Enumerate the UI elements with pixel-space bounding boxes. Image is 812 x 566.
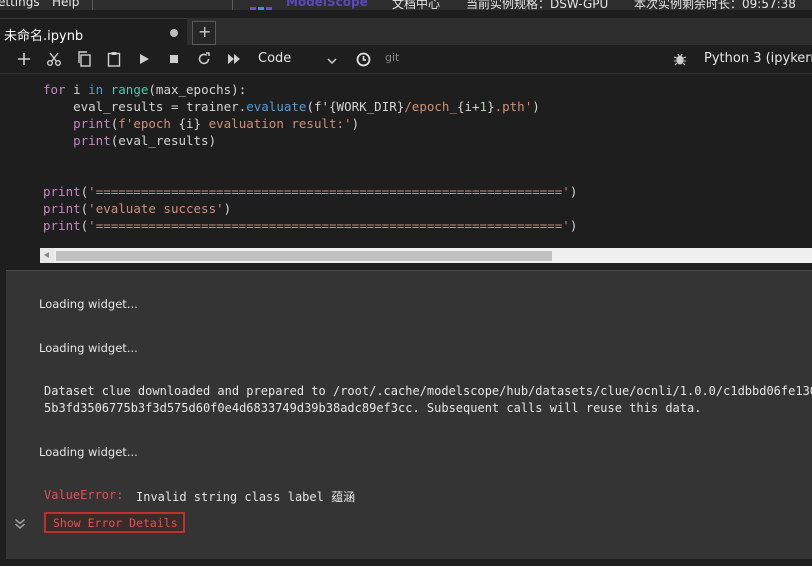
- error-name: ValueError:: [44, 488, 124, 502]
- code-line: eval_results = trainer.evaluate(f'{WORK_…: [73, 99, 540, 114]
- chevron-down-icon[interactable]: [326, 52, 338, 71]
- copy-icon: [78, 51, 91, 67]
- loading-widget-text: Loading widget...: [39, 445, 138, 459]
- kernel-name[interactable]: Python 3 (ipykernel): [704, 51, 812, 66]
- menu-divider: [232, 0, 233, 10]
- instance-remaining-time: 本次实例剩余时长：09:57:38: [634, 0, 796, 10]
- play-icon: [140, 54, 149, 64]
- code-line: print('=================================…: [43, 218, 578, 233]
- loading-widget-text: Loading widget...: [39, 297, 138, 311]
- menu-help[interactable]: Help: [52, 0, 79, 9]
- restart-run-all-button[interactable]: [224, 49, 244, 69]
- code-line: print(eval_results): [73, 133, 217, 148]
- refresh-icon: [198, 52, 210, 65]
- new-tab-button[interactable]: +: [192, 21, 216, 45]
- notebook-toolbar: Code git Python 3 (ipykernel): [0, 45, 812, 74]
- git-button[interactable]: git: [385, 51, 399, 64]
- show-error-details-label: Show Error Details: [53, 516, 178, 530]
- scroll-left-arrow-icon[interactable]: [40, 248, 54, 263]
- collapse-output-icon[interactable]: [14, 515, 26, 534]
- show-error-details-button[interactable]: Show Error Details: [44, 512, 185, 533]
- plus-icon: +: [198, 22, 212, 41]
- brand-name: ModelScope: [286, 0, 368, 9]
- clock-button[interactable]: [353, 49, 373, 69]
- debugger-button[interactable]: [670, 49, 690, 69]
- clipboard-icon: [107, 52, 121, 67]
- tab-title: 未命名.ipynb: [4, 29, 84, 44]
- dataset-message-line: 5b3fd3506775b3f3d575d60f0e4d6833749d39b3…: [44, 401, 702, 415]
- error-message: Invalid string class label 蕴涵: [136, 490, 356, 504]
- menu-docs[interactable]: 文档中心: [392, 0, 440, 10]
- add-cell-button[interactable]: [14, 49, 34, 69]
- cell-output: Loading widget... Loading widget... Data…: [6, 270, 812, 559]
- menu-divider: [92, 0, 93, 10]
- code-line: print('=================================…: [43, 184, 578, 199]
- restart-kernel-button[interactable]: [194, 49, 214, 69]
- code-cell[interactable]: for i in range(max_epochs): eval_results…: [0, 76, 812, 248]
- interrupt-kernel-button[interactable]: [164, 49, 184, 69]
- plus-icon: [18, 53, 30, 65]
- cut-button[interactable]: [44, 49, 64, 69]
- horizontal-scrollbar[interactable]: [40, 248, 812, 263]
- fast-forward-icon: [228, 54, 240, 64]
- copy-button[interactable]: [74, 49, 94, 69]
- code-line: print('evaluate success'): [43, 201, 232, 216]
- code-line: print(f'epoch {i} evaluation result:'): [73, 116, 360, 131]
- paste-button[interactable]: [104, 49, 124, 69]
- modelscope-logo-icon[interactable]: [250, 0, 280, 10]
- stop-icon: [170, 55, 178, 63]
- dataset-message-line: Dataset clue downloaded and prepared to …: [44, 384, 812, 398]
- bug-icon: [673, 53, 687, 66]
- menu-bar: ettings Help ModelScope 文档中心 当前实例规格：DSW-…: [0, 0, 812, 10]
- scrollbar-thumb[interactable]: [56, 251, 552, 261]
- code-line: for i in range(max_epochs):: [43, 82, 247, 97]
- loading-widget-text: Loading widget...: [39, 341, 138, 355]
- run-cell-button[interactable]: [134, 49, 154, 69]
- scissors-icon: [47, 52, 61, 66]
- tab-bar: 未命名.ipynb +: [0, 18, 812, 46]
- notebook-tab[interactable]: 未命名.ipynb: [0, 18, 187, 46]
- instance-spec: 当前实例规格：DSW-GPU: [466, 0, 609, 10]
- menu-settings[interactable]: ettings: [0, 0, 40, 9]
- clock-icon: [356, 52, 370, 66]
- unsaved-dot-icon[interactable]: [170, 29, 178, 37]
- cell-type-select[interactable]: Code: [258, 51, 291, 66]
